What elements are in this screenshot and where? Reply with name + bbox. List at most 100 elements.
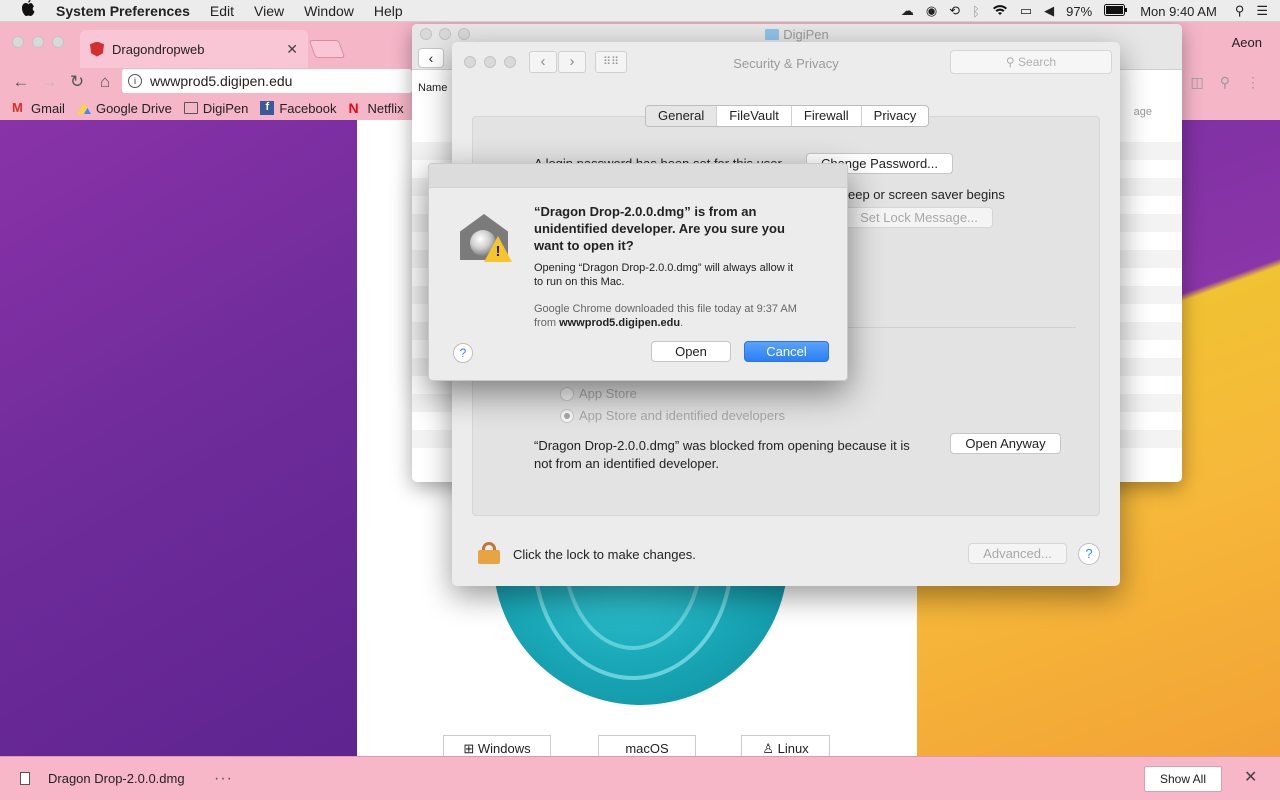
lock-text: Click the lock to make changes. xyxy=(513,547,696,562)
battery-percent: 97% xyxy=(1066,3,1093,19)
dialog-title-line1: “Dragon Drop-2.0.0.dmg” is from an xyxy=(534,204,757,219)
back-arrow-icon[interactable]: ← xyxy=(10,72,32,92)
close-tab-icon[interactable]: ✕ xyxy=(286,41,298,58)
spotlight-search-icon[interactable]: ⚲ xyxy=(1235,3,1245,19)
menu-window[interactable]: Window xyxy=(304,3,354,19)
dialog-title-line3: want to open it? xyxy=(534,238,634,253)
dialog-message: Opening “Dragon Drop-2.0.0.dmg” will alw… xyxy=(534,261,824,289)
menu-view[interactable]: View xyxy=(254,3,284,19)
tab-general[interactable]: General xyxy=(646,106,717,126)
forward-arrow-icon[interactable]: → xyxy=(38,72,60,92)
dialog-cancel-button[interactable]: Cancel xyxy=(744,341,829,362)
apple-menu-icon[interactable] xyxy=(20,0,38,21)
menu-help[interactable]: Help xyxy=(374,3,403,19)
dialog-source-end: . xyxy=(680,317,684,329)
menu-app-name[interactable]: System Preferences xyxy=(56,3,190,19)
dialog-message-line1: Opening “Dragon Drop-2.0.0.dmg” will alw… xyxy=(534,262,794,274)
folder-icon xyxy=(183,102,198,114)
bluetooth-icon[interactable]: ᛒ xyxy=(972,4,980,19)
tab-firewall[interactable]: Firewall xyxy=(790,106,861,126)
tab-filevault[interactable]: FileVault xyxy=(716,106,791,126)
dialog-titlebar xyxy=(429,164,847,188)
tab-title: Dragondropweb xyxy=(112,41,205,57)
dialog-title: “Dragon Drop-2.0.0.dmg” is from an unide… xyxy=(534,203,824,254)
linux-icon: ♙ xyxy=(762,741,778,756)
clock[interactable]: Mon 9:40 AM xyxy=(1140,4,1217,19)
bookmark-facebook[interactable]: f Facebook xyxy=(260,101,336,116)
toolbar-extensions: ◫ ⚲ ⋮ xyxy=(1175,74,1261,91)
zoom-search-icon[interactable]: ⚲ xyxy=(1220,74,1230,91)
reload-icon[interactable]: ↻ xyxy=(66,72,88,92)
help-button[interactable]: ? xyxy=(1078,543,1100,565)
dialog-source-info: Google Chrome downloaded this file today… xyxy=(534,302,834,330)
download-file-name[interactable]: Dragon Drop-2.0.0.dmg xyxy=(48,771,185,786)
dialog-source-host: wwwprod5.digipen.edu xyxy=(559,317,681,329)
download-label: Windows xyxy=(477,741,531,756)
bookmark-digipen[interactable]: DigiPen xyxy=(183,100,249,116)
finder-column-right[interactable]: age xyxy=(1134,106,1152,118)
show-all-button[interactable]: Show All xyxy=(1144,766,1222,792)
netflix-icon: N xyxy=(348,100,359,116)
dialog-title-line2: unidentified developer. Are you sure you xyxy=(534,221,785,236)
bookmark-netflix[interactable]: N Netflix xyxy=(348,101,403,116)
open-anyway-button[interactable]: Open Anyway xyxy=(950,433,1061,454)
blocked-text-line2: not from an identified developer. xyxy=(534,456,720,471)
dialog-message-line2: to run on this Mac. xyxy=(534,276,625,288)
notification-center-icon[interactable]: ☰ xyxy=(1256,3,1268,19)
wifi-icon[interactable] xyxy=(992,4,1008,19)
radio-identified-developers[interactable] xyxy=(560,409,574,423)
menu-edit[interactable]: Edit xyxy=(210,3,234,19)
cloud-status-icon[interactable]: ☁ xyxy=(901,3,914,19)
info-icon[interactable]: i xyxy=(128,74,142,88)
extension-icon[interactable]: ◫ xyxy=(1191,74,1204,91)
download-more-icon[interactable]: ··· xyxy=(214,770,233,788)
tab-dragondropweb[interactable]: Dragondropweb ✕ xyxy=(80,30,308,68)
address-text: wwwprod5.digipen.edu xyxy=(150,73,293,89)
angular-favicon-icon xyxy=(90,41,104,57)
finder-back-button[interactable]: ‹ xyxy=(418,48,444,68)
lock-icon[interactable] xyxy=(478,542,500,564)
download-bar: Dragon Drop-2.0.0.dmg ··· Show All ✕ xyxy=(0,756,1280,800)
desktop-wallpaper-left xyxy=(0,120,357,760)
dialog-help-button[interactable]: ? xyxy=(453,343,473,363)
chrome-menu-icon[interactable]: ⋮ xyxy=(1246,74,1260,91)
security-tabs: General FileVault Firewall Privacy xyxy=(645,105,930,127)
tab-privacy[interactable]: Privacy xyxy=(860,106,929,126)
dialog-open-button[interactable]: Open xyxy=(651,341,731,362)
home-icon[interactable]: ⌂ xyxy=(94,72,116,92)
finder-column-name[interactable]: Name xyxy=(418,82,447,94)
search-icon: ⚲ xyxy=(1005,55,1019,69)
search-input[interactable]: ⚲ Search xyxy=(950,50,1112,74)
file-icon xyxy=(20,772,30,785)
download-label: macOS xyxy=(625,741,669,756)
time-machine-icon[interactable]: ⟲ xyxy=(949,3,960,19)
address-bar[interactable]: i wwwprod5.digipen.edu xyxy=(122,69,412,93)
close-download-bar-icon[interactable]: ✕ xyxy=(1244,767,1257,787)
battery-icon[interactable] xyxy=(1104,3,1128,19)
close-window-button[interactable] xyxy=(12,36,24,48)
airplay-icon[interactable]: ▭ xyxy=(1020,3,1032,19)
bookmark-label: Google Drive xyxy=(95,100,172,116)
folder-icon xyxy=(765,29,780,40)
radio-app-store[interactable] xyxy=(560,387,574,401)
glasses-icon[interactable]: ◉ xyxy=(926,3,937,19)
radio-app-store-label: App Store xyxy=(579,386,637,401)
dialog-source-from: from xyxy=(534,317,556,329)
bookmark-google-drive[interactable]: Google Drive xyxy=(76,100,172,116)
finder-title-text: DigiPen xyxy=(783,27,829,42)
download-label: Linux xyxy=(777,741,809,756)
minimize-window-button[interactable] xyxy=(32,36,44,48)
zoom-window-button[interactable] xyxy=(52,36,64,48)
advanced-button[interactable]: Advanced... xyxy=(968,543,1067,564)
new-tab-button[interactable] xyxy=(308,40,346,58)
profile-name[interactable]: Aeon xyxy=(1232,35,1262,50)
volume-icon[interactable]: ◀ xyxy=(1044,3,1054,19)
set-lock-message-button[interactable]: Set Lock Message... xyxy=(845,207,993,228)
security-titlebar: ‹ › ⠿⠿ Security & Privacy ⚲ Search xyxy=(452,42,1120,82)
gatekeeper-warning-icon: ! xyxy=(456,208,516,264)
bookmark-label: Netflix xyxy=(367,100,404,116)
bookmark-gmail[interactable]: M Gmail xyxy=(12,101,65,116)
bookmark-label: DigiPen xyxy=(202,100,249,116)
dialog-source-line1: Google Chrome downloaded this file today… xyxy=(534,303,797,315)
menu-bar: System Preferences Edit View Window Help… xyxy=(0,0,1280,22)
